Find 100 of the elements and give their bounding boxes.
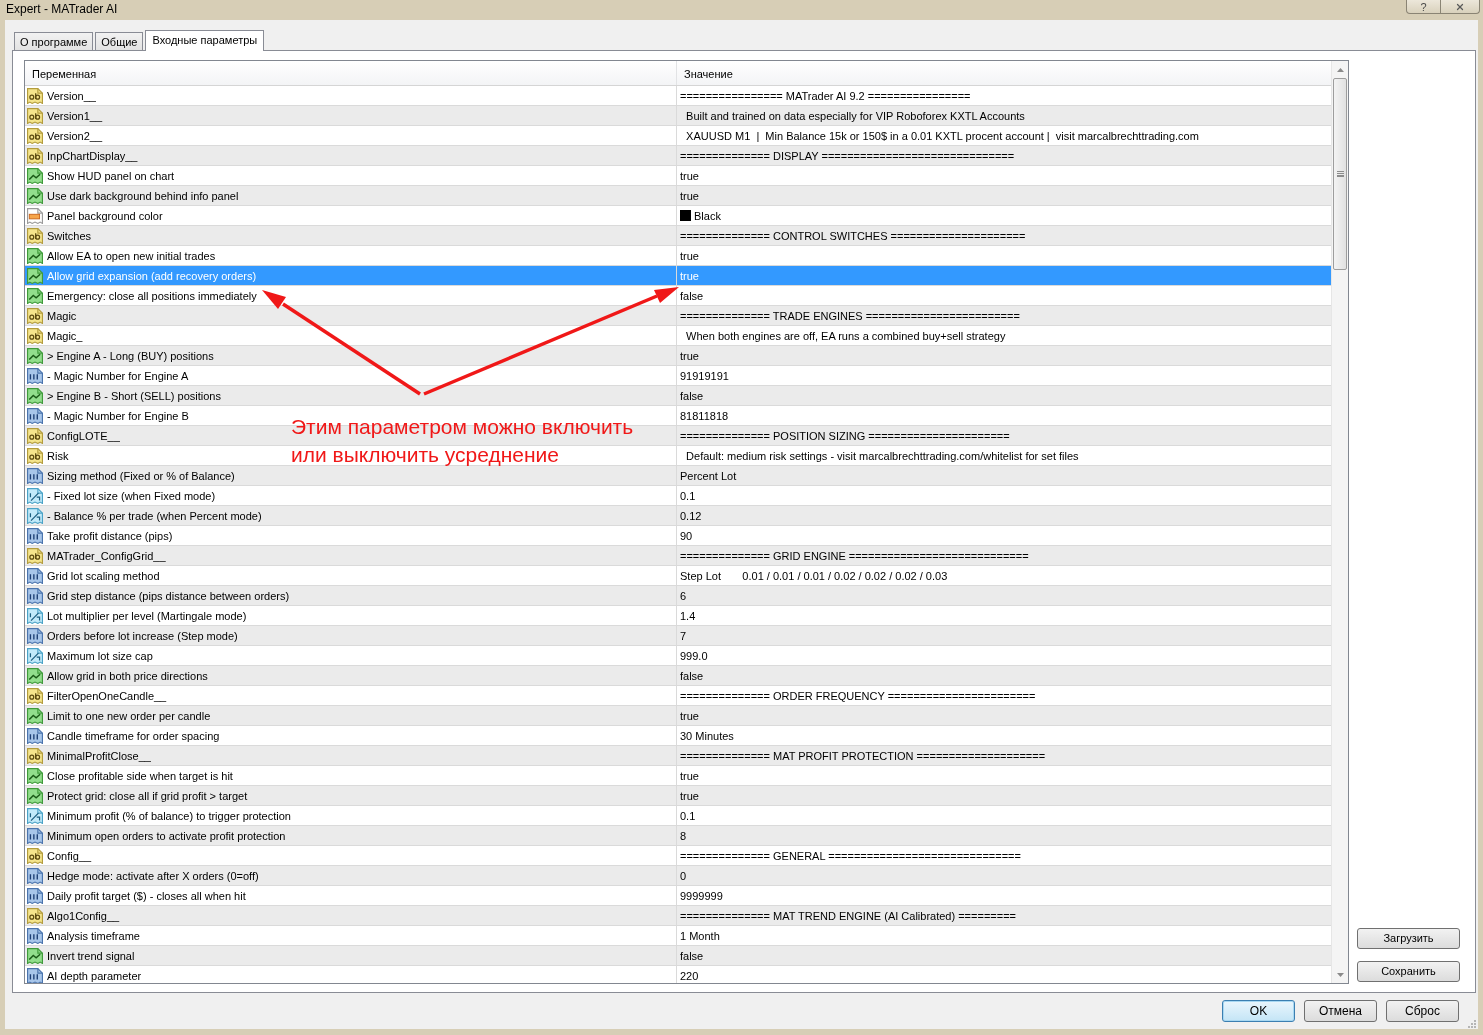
table-row[interactable]: Minimum profit (% of balance) to trigger protection 0.1	[25, 806, 1331, 826]
chart-document-icon	[27, 387, 43, 404]
table-row[interactable]: Hedge mode: activate after X orders (0=off) 0	[25, 866, 1331, 886]
value-text: false	[680, 668, 704, 683]
text-document-icon	[27, 307, 43, 324]
table-row[interactable]: Close profitable side when target is hit true	[25, 766, 1331, 786]
variable-name: > Engine B - Short (SELL) positions	[47, 388, 221, 403]
scrollbar-thumb[interactable]	[1333, 78, 1347, 270]
table-row[interactable]: Allow EA to open new initial trades true	[25, 246, 1331, 266]
table-row[interactable]: Version1__ Built and trained on data especially for VIP Roboforex KXTL Accounts	[25, 106, 1331, 126]
variable-name: InpChartDisplay__	[47, 148, 138, 163]
table-row[interactable]: Use dark background behind info panel true	[25, 186, 1331, 206]
variable-name: FilterOpenOneCandle__	[47, 688, 167, 703]
variable-name: - Magic Number for Engine B	[47, 408, 189, 423]
value-text: 1 Month	[680, 928, 720, 943]
table-row[interactable]: Algo1Config__ ============== MAT TREND ENGINE (AI Calibrated) =========	[25, 906, 1331, 926]
table-row[interactable]: Magic ============== TRADE ENGINES ========================	[25, 306, 1331, 326]
table-row[interactable]: > Engine A - Long (BUY) positions true	[25, 346, 1331, 366]
fraction-document-icon	[27, 607, 43, 624]
table-row[interactable]: Limit to one new order per candle true	[25, 706, 1331, 726]
table-row[interactable]: Maximum lot size cap 999.0	[25, 646, 1331, 666]
table-row[interactable]: Grid step distance (pips distance between orders) 6	[25, 586, 1331, 606]
close-button[interactable]	[1441, 0, 1480, 14]
table-row[interactable]: Version2__ XAUUSD M1 | Min Balance 15k or 150$ in a 0.01 KXTL procent account | visit marcalbrechttrading.com	[25, 126, 1331, 146]
table-row[interactable]: Allow grid in both price directions false	[25, 666, 1331, 686]
table-row[interactable]: Take profit distance (pips) 90	[25, 526, 1331, 546]
table-row[interactable]: MATrader_ConfigGrid__ ============== GRID ENGINE ============================	[25, 546, 1331, 566]
table-row[interactable]: - Magic Number for Engine A 91919191	[25, 366, 1331, 386]
value-text: ============== TRADE ENGINES ========================	[680, 308, 1020, 323]
table-row[interactable]: Panel background color Black	[25, 206, 1331, 226]
value-text: Black	[694, 208, 721, 223]
side-button[interactable]: Загрузить	[1357, 928, 1460, 949]
table-row[interactable]: Show HUD panel on chart true	[25, 166, 1331, 186]
table-row[interactable]: > Engine B - Short (SELL) positions false	[25, 386, 1331, 406]
column-header[interactable]: Переменная	[32, 67, 97, 81]
variable-name: Allow grid in both price directions	[47, 668, 208, 683]
table-row[interactable]: Minimum open orders to activate profit protection 8	[25, 826, 1331, 846]
table-row[interactable]: Magic_ When both engines are off, EA runs a combined buy+sell strategy	[25, 326, 1331, 346]
table-row[interactable]: MinimalProfitClose__ ============== MAT PROFIT PROTECTION ====================	[25, 746, 1331, 766]
variable-name: Sizing method (Fixed or % of Balance)	[47, 468, 235, 483]
variable-name: Minimum profit (% of balance) to trigger protection	[47, 808, 291, 823]
table-row[interactable]: - Balance % per trade (when Percent mode) 0.12	[25, 506, 1331, 526]
value-text: true	[680, 348, 699, 363]
variable-name: Maximum lot size cap	[47, 648, 153, 663]
close-icon	[1455, 1, 1465, 12]
number-document-icon	[27, 567, 43, 584]
value-text: ============== ORDER FREQUENCY =======================	[680, 688, 1036, 703]
value-text: Percent Lot	[680, 468, 737, 483]
dialog-button[interactable]: Сброс	[1386, 1000, 1459, 1022]
help-button[interactable]: ?	[1406, 0, 1441, 14]
table-row[interactable]: Emergency: close all positions immediately false	[25, 286, 1331, 306]
table-row[interactable]: Daily profit target ($) - closes all when hit 9999999	[25, 886, 1331, 906]
number-document-icon	[27, 727, 43, 744]
variable-name: Version2__	[47, 128, 103, 143]
text-document-icon	[27, 327, 43, 344]
table-row[interactable]: Version__ ================ MATrader AI 9.2 ================	[25, 86, 1331, 106]
dialog-button[interactable]: Отмена	[1304, 1000, 1377, 1022]
table-row[interactable]: - Fixed lot size (when Fixed mode) 0.1	[25, 486, 1331, 506]
variable-name: Version__	[47, 88, 96, 103]
text-document-icon	[27, 847, 43, 864]
tab[interactable]: Входные параметры	[145, 30, 265, 51]
column-header[interactable]: Значение	[684, 67, 733, 81]
table-row[interactable]: Protect grid: close all if grid profit > target true	[25, 786, 1331, 806]
tab[interactable]: Общие	[95, 32, 144, 50]
value-text: ============== MAT TREND ENGINE (AI Calibrated) =========	[680, 908, 1016, 923]
table-row[interactable]: InpChartDisplay__ ============== DISPLAY ==============================	[25, 146, 1331, 166]
table-row[interactable]: Config__ ============== GENERAL ==============================	[25, 846, 1331, 866]
table-row[interactable]: Analysis timeframe 1 Month	[25, 926, 1331, 946]
chart-document-icon	[27, 247, 43, 264]
value-text: true	[680, 788, 699, 803]
table-row[interactable]: Sizing method (Fixed or % of Balance) Percent Lot	[25, 466, 1331, 486]
variable-name: ConfigLOTE__	[47, 428, 120, 443]
value-text: ============== CONTROL SWITCHES =====================	[680, 228, 1026, 243]
table-row[interactable]: Invert trend signal false	[25, 946, 1331, 966]
value-text: Default: medium risk settings - visit marcalbrechttrading.com/whitelist for set files	[685, 448, 1079, 463]
side-button[interactable]: Сохранить	[1357, 961, 1460, 982]
table-row[interactable]: Grid lot scaling method Step Lot 0.01 / 0.01 / 0.01 / 0.02 / 0.02 / 0.02 / 0.03	[25, 566, 1331, 586]
value-text: 0.1	[680, 488, 696, 503]
chart-document-icon	[27, 287, 43, 304]
window-title: Expert - MATrader AI	[5, 1, 118, 17]
variable-name: Hedge mode: activate after X orders (0=off)	[47, 868, 259, 883]
text-document-icon	[27, 87, 43, 104]
tab[interactable]: О программе	[14, 32, 94, 50]
table-row[interactable]: Candle timeframe for order spacing 30 Minutes	[25, 726, 1331, 746]
chart-document-icon	[27, 347, 43, 364]
scrollbar[interactable]	[1331, 61, 1348, 983]
dialog-button[interactable]: OK	[1222, 1000, 1295, 1022]
value-text: ============== DISPLAY ==============================	[680, 148, 1015, 163]
value-text: 8	[680, 828, 687, 843]
fraction-document-icon	[27, 507, 43, 524]
fraction-document-icon	[27, 647, 43, 664]
value-text: 90	[680, 528, 693, 543]
value-text: XAUUSD M1 | Min Balance 15k or 150$ in a 0.01 KXTL procent account | visit marcalbrechttrading.com	[685, 128, 1199, 143]
variable-name: Grid step distance (pips distance between orders)	[47, 588, 290, 603]
table-row[interactable]: Lot multiplier per level (Martingale mode) 1.4	[25, 606, 1331, 626]
table-row[interactable]: FilterOpenOneCandle__ ============== ORDER FREQUENCY =======================	[25, 686, 1331, 706]
value-text: ============== GENERAL ==============================	[680, 848, 1021, 863]
table-row[interactable]: Orders before lot increase (Step mode) 7	[25, 626, 1331, 646]
table-row[interactable]: Switches ============== CONTROL SWITCHES =====================	[25, 226, 1331, 246]
chart-document-icon	[27, 167, 43, 184]
